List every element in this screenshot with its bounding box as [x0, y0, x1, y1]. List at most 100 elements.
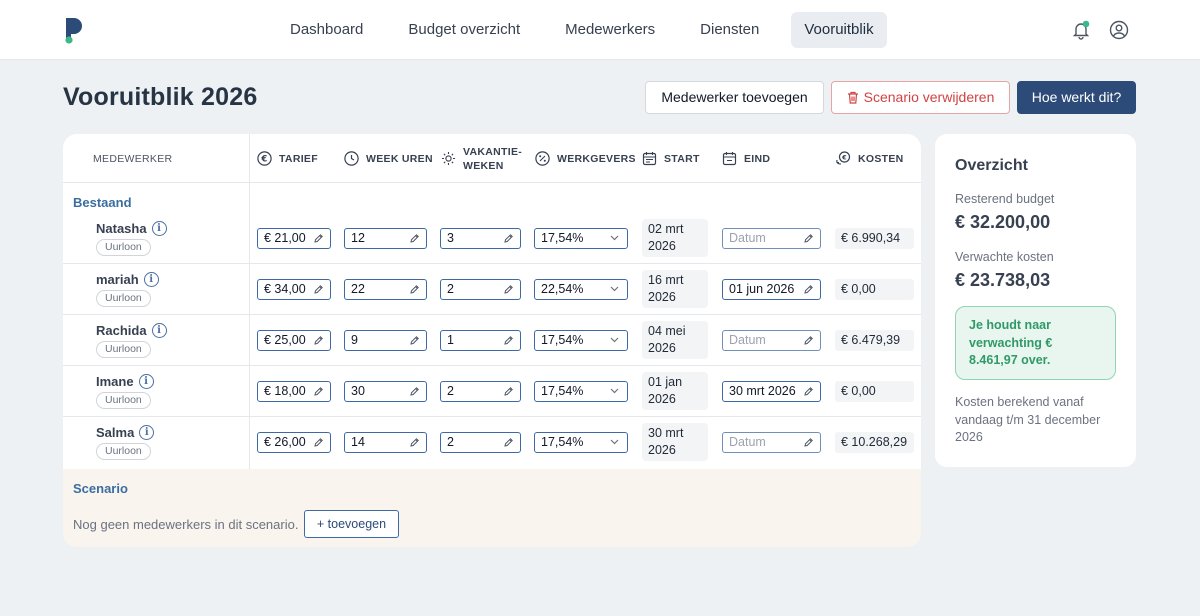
rate-input[interactable]: € 18,00 [257, 381, 331, 402]
week-hours-input[interactable]: 12 [344, 228, 427, 249]
info-icon[interactable]: i [139, 425, 155, 440]
header-medewerker: MEDEWERKER [93, 152, 173, 165]
week-hours-input[interactable]: 22 [344, 279, 427, 300]
week-hours-input[interactable]: 30 [344, 381, 427, 402]
wage-type-badge: Uurloon [96, 392, 151, 409]
end-date-input[interactable]: 01 jun 2026 [722, 279, 821, 300]
pencil-icon [314, 285, 323, 294]
table-header: MEDEWERKER € TARIEF WEEK UREN VAKANTIE- W… [63, 134, 921, 183]
table-row: Salma i Uurloon € 26,00 14 2 17,54% 30 mrt 2026 D… [63, 417, 921, 468]
pencil-icon [804, 336, 813, 345]
pencil-icon [804, 387, 813, 396]
employee-name: Natasha i [96, 221, 167, 236]
remaining-budget-value: € 32.200,00 [955, 212, 1051, 232]
pencil-icon [504, 387, 513, 396]
delete-scenario-label: Scenario verwijderen [863, 89, 995, 105]
section-scenario-label: Scenario [73, 481, 128, 496]
delete-scenario-button[interactable]: Scenario verwijderen [831, 81, 1010, 114]
expected-costs-label: Verwachte kosten [955, 250, 1054, 264]
pencil-icon [804, 438, 813, 447]
employer-costs-select[interactable]: 17,54% [534, 330, 628, 351]
chevron-down-icon [610, 286, 619, 292]
section-existing-label: Bestaand [73, 195, 132, 210]
wage-type-badge: Uurloon [96, 443, 151, 460]
bell-icon[interactable] [1072, 20, 1090, 40]
vacation-weeks-input[interactable]: 3 [440, 228, 521, 249]
employer-costs-select[interactable]: 17,54% [534, 381, 628, 402]
help-button[interactable]: Hoe werkt dit? [1017, 81, 1136, 114]
scenario-section: Scenario Nog geen medewerkers in dit sce… [63, 469, 921, 547]
header-vakantieweken: VAKANTIE- WEKEN [441, 134, 522, 183]
scenario-add-button[interactable]: + toevoegen [304, 510, 399, 538]
pencil-icon [504, 285, 513, 294]
info-icon[interactable]: i [151, 323, 167, 338]
table-row: Imane i Uurloon € 18,00 30 2 17,54% 01 jan 2026 3… [63, 366, 921, 417]
percent-icon [535, 151, 550, 166]
start-date: 30 mrt 2026 [642, 423, 708, 461]
info-icon[interactable]: i [151, 221, 167, 236]
chevron-down-icon [610, 337, 619, 343]
cost-value: € 0,00 [835, 279, 914, 300]
nav-medewerkers[interactable]: Medewerkers [552, 12, 668, 48]
table-row: Natasha i Uurloon € 21,00 12 3 17,54% 02 mrt 202… [63, 213, 921, 264]
header-werkgevers: WERKGEVERS [535, 134, 636, 183]
week-hours-input[interactable]: 9 [344, 330, 427, 351]
nav-diensten[interactable]: Diensten [687, 12, 772, 48]
svg-text:€: € [260, 155, 267, 165]
pencil-icon [410, 285, 419, 294]
nav-dashboard[interactable]: Dashboard [277, 12, 376, 48]
pencil-icon [504, 234, 513, 243]
employee-name: mariah i [96, 272, 159, 287]
overview-card: Overzicht Resterend budget € 32.200,00 V… [935, 134, 1136, 467]
cost-value: € 6.990,34 [835, 228, 914, 249]
calendar-icon [722, 152, 737, 166]
euro-icon: € [257, 151, 272, 166]
page-title: Vooruitblik 2026 [63, 83, 258, 111]
header-kosten: € KOSTEN [835, 134, 904, 183]
header-start: START [642, 134, 700, 183]
logo[interactable] [63, 16, 85, 44]
wage-type-badge: Uurloon [96, 290, 151, 307]
calendar-icon [642, 152, 657, 166]
add-employee-button[interactable]: Medewerker toevoegen [645, 81, 824, 114]
end-date-input[interactable]: 30 mrt 2026 [722, 381, 821, 402]
clock-icon [344, 151, 359, 166]
employee-name: Rachida i [96, 323, 167, 338]
pencil-icon [804, 234, 813, 243]
chevron-down-icon [610, 388, 619, 394]
rate-input[interactable]: € 26,00 [257, 432, 331, 453]
vacation-weeks-input[interactable]: 2 [440, 381, 521, 402]
vacation-weeks-input[interactable]: 2 [440, 432, 521, 453]
start-date: 04 mei 2026 [642, 321, 708, 359]
employer-costs-select[interactable]: 22,54% [534, 279, 628, 300]
pencil-icon [410, 234, 419, 243]
forecast-table-card: MEDEWERKER € TARIEF WEEK UREN VAKANTIE- W… [63, 134, 921, 547]
pencil-icon [410, 336, 419, 345]
employer-costs-select[interactable]: 17,54% [534, 432, 628, 453]
rate-input[interactable]: € 21,00 [257, 228, 331, 249]
header-eind: EIND [722, 134, 770, 183]
vacation-weeks-input[interactable]: 1 [440, 330, 521, 351]
calculation-note: Kosten berekend vanaf vandaag t/m 31 dec… [955, 395, 1101, 444]
user-icon[interactable] [1109, 20, 1129, 40]
pencil-icon [314, 234, 323, 243]
end-date-input[interactable]: Datum [722, 432, 821, 453]
end-date-input[interactable]: Datum [722, 330, 821, 351]
info-icon[interactable]: i [138, 374, 154, 389]
nav-vooruitblik[interactable]: Vooruitblik [791, 12, 887, 48]
pencil-icon [314, 438, 323, 447]
employee-name: Imane i [96, 374, 154, 389]
end-date-input[interactable]: Datum [722, 228, 821, 249]
nav-budget-overzicht[interactable]: Budget overzicht [395, 12, 533, 48]
week-hours-input[interactable]: 14 [344, 432, 427, 453]
header-week-uren: WEEK UREN [344, 134, 433, 183]
remaining-budget-label: Resterend budget [955, 192, 1055, 206]
rate-input[interactable]: € 25,00 [257, 330, 331, 351]
pencil-icon [410, 438, 419, 447]
info-icon[interactable]: i [143, 272, 159, 287]
employer-costs-select[interactable]: 17,54% [534, 228, 628, 249]
pencil-icon [410, 387, 419, 396]
rate-input[interactable]: € 34,00 [257, 279, 331, 300]
pencil-icon [504, 438, 513, 447]
vacation-weeks-input[interactable]: 2 [440, 279, 521, 300]
